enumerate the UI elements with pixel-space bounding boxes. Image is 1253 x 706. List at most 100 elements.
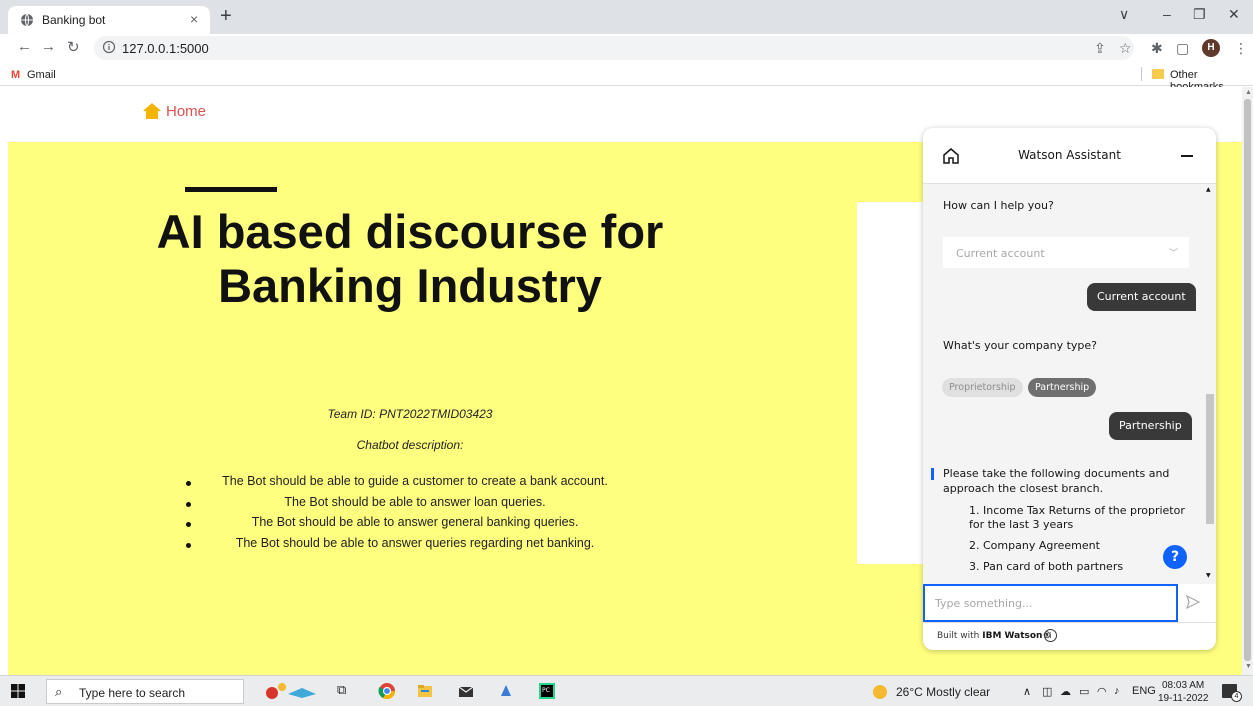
scroll-down-icon[interactable]: ▼ xyxy=(1245,663,1252,670)
list-item: The Bot should be able to answer loan qu… xyxy=(170,495,660,516)
list-item: 2. Company Agreement xyxy=(969,539,1100,552)
file-explorer-icon[interactable] xyxy=(416,682,434,700)
close-window-button[interactable]: ✕ xyxy=(1228,6,1240,23)
chrome-icon[interactable] xyxy=(378,682,396,700)
message-accent-bar xyxy=(931,468,934,480)
info-icon[interactable]: i xyxy=(1044,629,1057,642)
folder-icon xyxy=(1152,69,1164,79)
home-label: Home xyxy=(166,103,207,120)
minimize-icon[interactable] xyxy=(1181,155,1193,157)
menu-kebab-icon[interactable]: ⋮ xyxy=(1234,40,1248,57)
show-hidden-icons-icon[interactable]: ∧ xyxy=(1023,685,1031,698)
scroll-up-icon[interactable]: ▲ xyxy=(1206,186,1211,193)
tab-title: Banking bot xyxy=(42,13,106,27)
tab-search-icon[interactable]: ∨ xyxy=(1119,6,1129,23)
page-scrollbar[interactable]: ▲ ▼ xyxy=(1242,87,1253,675)
bookmark-divider xyxy=(1141,67,1142,81)
bot-question: What's your company type? xyxy=(943,339,1097,352)
search-placeholder: Type here to search xyxy=(79,686,186,700)
task-view-icon[interactable]: ⧉ xyxy=(337,682,355,700)
scroll-down-icon[interactable]: ▼ xyxy=(1206,572,1211,579)
tray-app-icon[interactable]: ◫ xyxy=(1042,685,1052,698)
message-input-box[interactable] xyxy=(923,584,1178,622)
tab-banking-bot[interactable]: Banking bot × xyxy=(8,6,210,34)
tab-close-icon[interactable]: × xyxy=(190,11,198,27)
list-item: The Bot should be able to guide a custom… xyxy=(170,474,660,495)
list-item: 3. Pan card of both partners xyxy=(969,560,1124,573)
user-message: Partnership xyxy=(1109,412,1192,440)
chat-footer: Built with IBM Watson® i xyxy=(923,622,1216,650)
documents-list: 1. Income Tax Returns of the proprietor … xyxy=(969,504,1189,581)
chevron-down-icon: ﹀ xyxy=(1169,249,1179,259)
browser-toolbar: ← → ↻ 127.0.0.1:5000 ⇪ ☆ ✱ ▢ H ⋮ xyxy=(0,34,1253,62)
list-item-text: The Bot should be able to guide a custom… xyxy=(222,474,608,488)
share-icon[interactable]: ⇪ xyxy=(1094,40,1106,57)
bookmark-gmail[interactable]: Gmail xyxy=(27,69,56,81)
documents-intro: Please take the following documents and … xyxy=(943,467,1170,495)
topic-dropdown[interactable]: Current account ﹀ xyxy=(943,237,1189,268)
reload-icon[interactable]: ↻ xyxy=(67,38,80,56)
wifi-icon[interactable]: ◠ xyxy=(1097,685,1107,698)
profile-avatar[interactable]: H xyxy=(1202,39,1220,57)
chat-title: Watson Assistant xyxy=(1018,148,1121,162)
watson-chat-widget: Watson Assistant How can I help you? Cur… xyxy=(923,128,1216,650)
description-label: Chatbot description: xyxy=(356,438,464,452)
pycharm-icon[interactable]: PC xyxy=(538,682,556,700)
restore-button[interactable]: ❐ xyxy=(1193,6,1206,23)
scroll-thumb[interactable] xyxy=(1244,99,1251,661)
battery-icon[interactable]: ▭ xyxy=(1079,685,1089,698)
message-input[interactable] xyxy=(935,594,1165,612)
send-icon[interactable] xyxy=(1185,594,1201,610)
taskbar-search[interactable]: ⌕ Type here to search xyxy=(46,679,244,704)
volume-icon[interactable]: ♪ xyxy=(1114,685,1120,697)
weather-text[interactable]: 26°C Mostly clear xyxy=(896,685,990,699)
clock-time[interactable]: 08:03 AM xyxy=(1162,680,1204,691)
media-player-icon[interactable] xyxy=(497,682,515,700)
page-title: AI based discourse for Banking Industry xyxy=(156,205,664,312)
extensions-icon[interactable]: ✱ xyxy=(1151,40,1163,57)
chat-scrollbar[interactable]: ▲ ▼ xyxy=(1203,184,1216,584)
footer-prefix: Built with xyxy=(937,631,983,641)
footer-text: Built with IBM Watson® xyxy=(937,631,1051,641)
site-info-icon[interactable] xyxy=(102,40,116,54)
bullet xyxy=(186,522,191,527)
option-proprietorship[interactable]: Proprietorship xyxy=(942,378,1023,397)
list-item-text: The Bot should be able to answer queries… xyxy=(235,535,595,550)
svg-text:PC: PC xyxy=(542,687,550,694)
option-partnership[interactable]: Partnership xyxy=(1028,378,1097,397)
windows-start-icon[interactable] xyxy=(11,684,25,698)
url-text: 127.0.0.1:5000 xyxy=(122,41,209,56)
side-panel-icon[interactable]: ▢ xyxy=(1176,40,1189,57)
forward-icon[interactable]: → xyxy=(41,38,56,55)
bullet xyxy=(186,542,191,548)
user-message: Current account xyxy=(1087,283,1196,311)
help-icon[interactable]: ? xyxy=(1163,545,1187,569)
house-icon xyxy=(143,103,161,119)
list-item-text: The Bot should be able to answer general… xyxy=(251,515,579,529)
bullet xyxy=(186,501,191,507)
list-item: 1. Income Tax Returns of the proprietor … xyxy=(969,504,1185,531)
notification-count: 4 xyxy=(1231,691,1242,702)
news-widget-icon[interactable] xyxy=(262,682,322,700)
new-tab-button[interactable]: + xyxy=(220,6,232,26)
chat-messages: How can I help you? Current account ﹀ Cu… xyxy=(923,184,1216,584)
chat-header: Watson Assistant xyxy=(923,128,1216,184)
list-item-text: The Bot should be able to answer loan qu… xyxy=(284,494,546,509)
onedrive-icon[interactable]: ☁ xyxy=(1060,685,1071,698)
bullet xyxy=(186,481,191,486)
search-icon: ⌕ xyxy=(55,684,63,699)
address-bar[interactable]: 127.0.0.1:5000 xyxy=(94,36,1134,60)
back-icon[interactable]: ← xyxy=(17,38,32,55)
language-indicator[interactable]: ENG xyxy=(1132,685,1156,697)
tab-strip: Banking bot × + ∨ – ❐ ✕ xyxy=(0,0,1253,34)
title-accent-bar xyxy=(185,187,277,192)
clock-date[interactable]: 19-11-2022 xyxy=(1158,693,1208,704)
scroll-up-icon[interactable]: ▲ xyxy=(1245,89,1252,96)
bookmarks-bar: M Gmail Other bookmarks xyxy=(0,62,1253,93)
list-item: The Bot should be able to answer queries… xyxy=(170,536,660,557)
mail-icon[interactable] xyxy=(457,682,475,700)
bookmark-star-icon[interactable]: ☆ xyxy=(1119,40,1132,57)
minimize-button[interactable]: – xyxy=(1163,6,1171,22)
scroll-thumb[interactable] xyxy=(1206,394,1214,524)
feature-list: The Bot should be able to guide a custom… xyxy=(170,474,660,556)
